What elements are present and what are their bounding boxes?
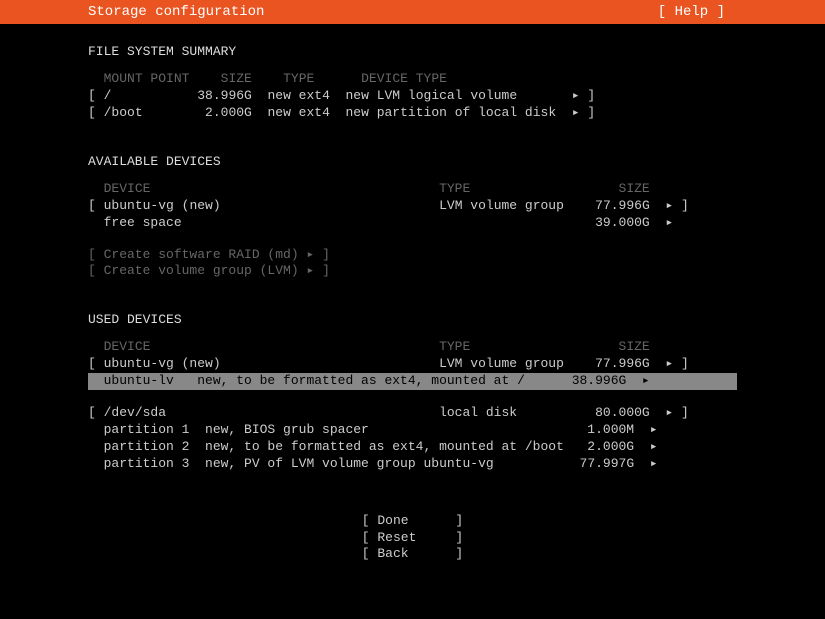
device-row[interactable]: partition 2 new, to be formatted as ext4… — [88, 439, 737, 456]
chevron-right-icon: ▸ ] — [572, 88, 595, 103]
file-system-summary-section: FILE SYSTEM SUMMARY MOUNT POINT SIZE TYP… — [88, 44, 737, 122]
action-buttons: [ Done ] [ Reset ] [ Back ] — [88, 513, 737, 564]
fs-row[interactable]: [ /boot 2.000G new ext4 new partition of… — [88, 105, 737, 122]
chevron-right-icon: ▸ ] — [572, 105, 595, 120]
fs-row[interactable]: [ / 38.996G new ext4 new LVM logical vol… — [88, 88, 737, 105]
main-content: FILE SYSTEM SUMMARY MOUNT POINT SIZE TYP… — [0, 24, 825, 563]
device-row[interactable]: [ /dev/sda local disk 80.000G ▸ ] — [88, 405, 737, 422]
used-devices-section: USED DEVICES DEVICE TYPE SIZE [ ubuntu-v… — [88, 312, 737, 472]
available-devices-title: AVAILABLE DEVICES — [88, 154, 737, 169]
fs-summary-title: FILE SYSTEM SUMMARY — [88, 44, 737, 59]
fs-summary-headers: MOUNT POINT SIZE TYPE DEVICE TYPE — [88, 71, 737, 86]
device-row[interactable]: partition 3 new, PV of LVM volume group … — [88, 456, 737, 473]
available-devices-section: AVAILABLE DEVICES DEVICE TYPE SIZE [ ubu… — [88, 154, 737, 281]
create-volume-group-action[interactable]: [ Create volume group (LVM) ▸ ] — [88, 263, 737, 280]
chevron-right-icon: ▸ — [665, 215, 673, 230]
create-raid-action[interactable]: [ Create software RAID (md) ▸ ] — [88, 247, 737, 264]
device-row[interactable]: free space 39.000G ▸ — [88, 215, 737, 232]
chevron-right-icon: ▸ ] — [665, 356, 688, 371]
help-button[interactable]: [ Help ] — [658, 4, 825, 20]
available-devices-headers: DEVICE TYPE SIZE — [88, 181, 737, 196]
device-row[interactable]: partition 1 new, BIOS grub spacer 1.000M… — [88, 422, 737, 439]
used-devices-headers: DEVICE TYPE SIZE — [88, 339, 737, 354]
chevron-right-icon: ▸ — [650, 456, 673, 471]
used-devices-title: USED DEVICES — [88, 312, 737, 327]
device-row-selected[interactable]: ubuntu-lv new, to be formatted as ext4, … — [88, 373, 737, 390]
device-row[interactable]: [ ubuntu-vg (new) LVM volume group 77.99… — [88, 356, 737, 373]
reset-button[interactable]: [ Reset ] — [88, 530, 737, 547]
header-bar: Storage configuration [ Help ] — [0, 0, 825, 24]
chevron-right-icon: ▸ ] — [665, 198, 688, 213]
back-button[interactable]: [ Back ] — [88, 546, 737, 563]
chevron-right-icon: ▸ — [650, 439, 673, 454]
device-row[interactable]: [ ubuntu-vg (new) LVM volume group 77.99… — [88, 198, 737, 215]
done-button[interactable]: [ Done ] — [88, 513, 737, 530]
chevron-right-icon: ▸ — [650, 422, 673, 437]
chevron-right-icon: ▸ ] — [665, 405, 688, 420]
page-title: Storage configuration — [0, 4, 264, 20]
chevron-right-icon: ▸ — [642, 373, 665, 388]
